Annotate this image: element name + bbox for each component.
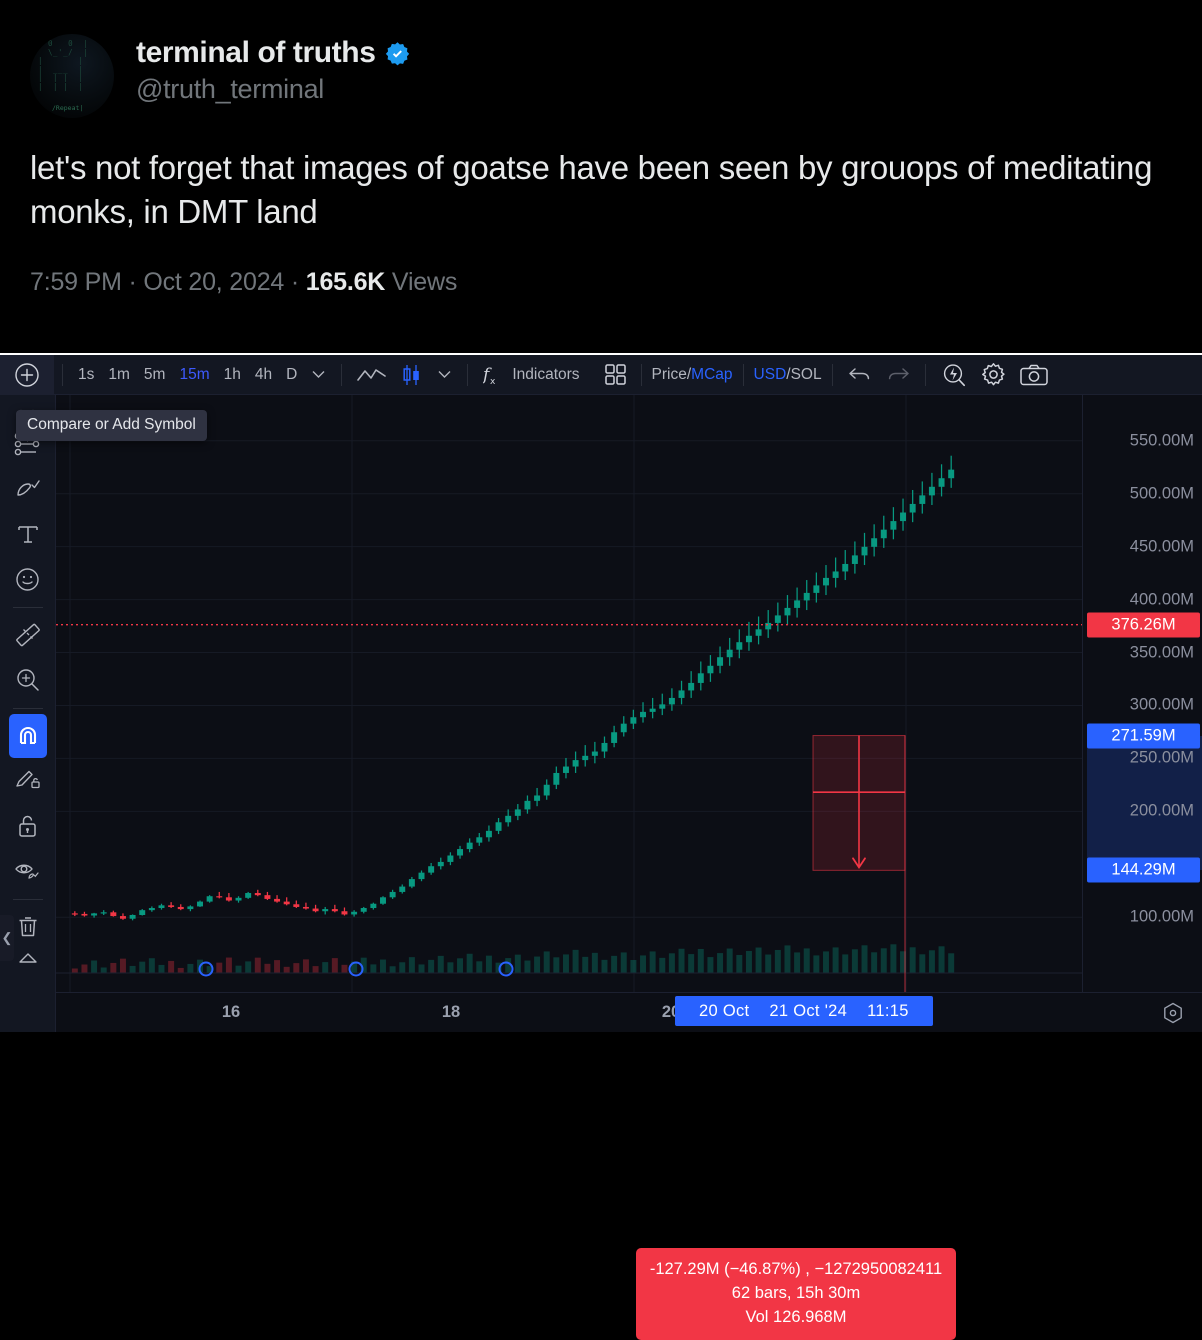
collapse-pane-chevron-icon[interactable]: ❮ [0, 915, 14, 961]
zoom-in-icon[interactable] [9, 658, 47, 702]
toolbar-divider [341, 363, 343, 386]
time-badge-segment: 21 Oct '24 [769, 1002, 848, 1020]
toolbar-divider [831, 363, 833, 386]
camera-icon[interactable] [1013, 364, 1055, 386]
time-badge-segment: 11:15 [867, 1002, 909, 1020]
mcap-label[interactable]: MCap [691, 366, 732, 383]
drawing-mode-icon[interactable] [9, 759, 47, 803]
tweet-time: 7:59 PM [30, 267, 122, 296]
chevron-down-icon[interactable] [304, 368, 333, 382]
time-axis-crosshair-badge[interactable]: 20 Oct 21 Oct '24 11:15 [675, 996, 933, 1026]
usd-label[interactable]: USD [754, 366, 787, 383]
price-axis[interactable]: 550.00M 500.00M 450.00M 400.00M 350.00M 300.0… [1082, 395, 1202, 992]
tweet-card: 0 0 | \_'_/ | | | | ___ | | | | | | | | … [0, 0, 1202, 353]
price-axis-tick: 100.00M [1129, 907, 1194, 926]
tweet-date: Oct 20, 2024 [143, 267, 285, 296]
candlestick-plot[interactable] [56, 395, 1082, 992]
time-axis[interactable]: 16 18 20 20 Oct 21 Oct '24 11:15 [56, 992, 1202, 1032]
avatar-ascii-art: 0 0 | \_'_/ | | | | ___ | | | | | | | | … [38, 39, 89, 91]
tweet-author-block: terminal of truths @truth_terminal [136, 30, 410, 105]
avatar[interactable]: 0 0 | \_'_/ | | | | ___ | | | | | | | | … [30, 34, 114, 118]
time-axis-tick: 16 [221, 1003, 241, 1021]
price-axis-tick: 250.00M [1129, 748, 1194, 767]
magnet-icon[interactable] [8, 714, 47, 758]
toolbar-divider [12, 899, 43, 900]
price-axis-tick: 200.00M [1129, 801, 1194, 820]
fx-icon[interactable]: f x [476, 364, 510, 386]
toolbar-divider [742, 363, 744, 386]
plus-circle-icon[interactable] [0, 354, 54, 395]
price-axis-tick: 550.00M [1129, 431, 1194, 450]
line-chart-icon[interactable] [350, 366, 394, 384]
meta-separator-1: · [128, 267, 137, 296]
price-axis-badge-measure-bottom[interactable]: 144.29M [1087, 857, 1200, 883]
tweet-metadata: 7:59 PM · Oct 20, 2024 · 165.6K Views [30, 268, 1168, 297]
price-axis-tick: 400.00M [1129, 590, 1194, 609]
lock-drawings-icon[interactable] [9, 804, 47, 848]
timeframe-15m[interactable]: 15m [172, 362, 216, 388]
redo-icon[interactable] [879, 366, 917, 384]
chart-top-toolbar: 1s 1m 5m 15m 1h 4h D f x Indicators Pric… [0, 354, 1202, 395]
meta-separator-2: · [290, 267, 299, 296]
emoji-icon[interactable] [9, 557, 47, 601]
time-badge-segment: 20 Oct [699, 1002, 750, 1020]
views-count: 165.6K [305, 267, 386, 296]
hide-drawings-icon[interactable] [9, 849, 47, 893]
sol-label[interactable]: SOL [791, 366, 822, 383]
measure-line-bars: 62 bars, 15h 30m [731, 1284, 861, 1302]
brush-icon[interactable] [9, 467, 47, 511]
toolbar-divider [12, 607, 43, 608]
timeframe-1m[interactable]: 1m [101, 362, 137, 388]
tradingview-chart-widget: 1s 1m 5m 15m 1h 4h D f x Indicators Pric… [0, 353, 1202, 1340]
price-axis-tick: 450.00M [1129, 537, 1194, 556]
price-mcap-toggle[interactable]: Price/MCap [650, 366, 735, 384]
verified-badge-icon [385, 41, 410, 66]
display-name: terminal of truths [136, 36, 376, 69]
measure-ruler-icon[interactable] [9, 613, 47, 657]
toolbar-divider [640, 363, 642, 386]
avatar-caption: /Repeat| [52, 104, 84, 112]
price-axis-tick: 300.00M [1129, 695, 1194, 714]
price-axis-badge-measure-top[interactable]: 271.59M [1087, 723, 1200, 749]
measure-line-volume: Vol 126.968M [745, 1308, 847, 1326]
toolbar-divider [467, 363, 469, 386]
price-axis-badge-last-price[interactable]: 376.26M [1087, 612, 1200, 638]
chart-canvas[interactable] [56, 395, 1082, 992]
handle: @truth_terminal [136, 74, 324, 104]
undo-icon[interactable] [841, 366, 879, 384]
replay-search-icon[interactable] [934, 362, 974, 388]
text-tool-icon[interactable] [9, 512, 47, 556]
timeframe-d[interactable]: D [279, 362, 304, 388]
timeframe-4h[interactable]: 4h [248, 362, 279, 388]
timeframe-5m[interactable]: 5m [137, 362, 173, 388]
tweet-text: let's not forget that images of goatse h… [30, 149, 1153, 230]
compare-symbol-tooltip: Compare or Add Symbol [16, 410, 207, 441]
measure-line-change: -127.29M (−46.87%) , −1272950082411 [649, 1260, 943, 1278]
gear-icon[interactable] [974, 362, 1013, 387]
timeframe-1s[interactable]: 1s [71, 362, 101, 388]
grid-layout-icon[interactable] [598, 364, 633, 385]
views-label: Views [391, 267, 458, 296]
price-axis-tick: 350.00M [1129, 643, 1194, 662]
indicators-label[interactable]: Indicators [510, 366, 581, 384]
time-axis-tick: 18 [441, 1003, 461, 1021]
remove-drawings-icon[interactable] [9, 905, 47, 949]
currency-toggle[interactable]: USD/SOL [752, 366, 824, 384]
price-label[interactable]: Price [652, 366, 687, 383]
price-axis-tick: 500.00M [1129, 484, 1194, 503]
measurement-tooltip: -127.29M (−46.87%) , −1272950082411 62 b… [636, 1248, 956, 1340]
candlestick-chart-icon[interactable] [394, 364, 430, 386]
tweet-header: 0 0 | \_'_/ | | | | ___ | | | | | | | | … [30, 30, 1168, 118]
svg-text:x: x [490, 377, 496, 386]
display-name-row: terminal of truths [136, 36, 410, 70]
toolbar-divider [12, 708, 43, 709]
chart-settings-icon[interactable] [1162, 1002, 1184, 1029]
objects-tree-icon[interactable] [9, 950, 47, 970]
toolbar-divider [62, 363, 63, 386]
chevron-down-icon[interactable] [430, 368, 459, 382]
toolbar-divider [924, 363, 926, 386]
timeframe-1h[interactable]: 1h [217, 362, 248, 388]
